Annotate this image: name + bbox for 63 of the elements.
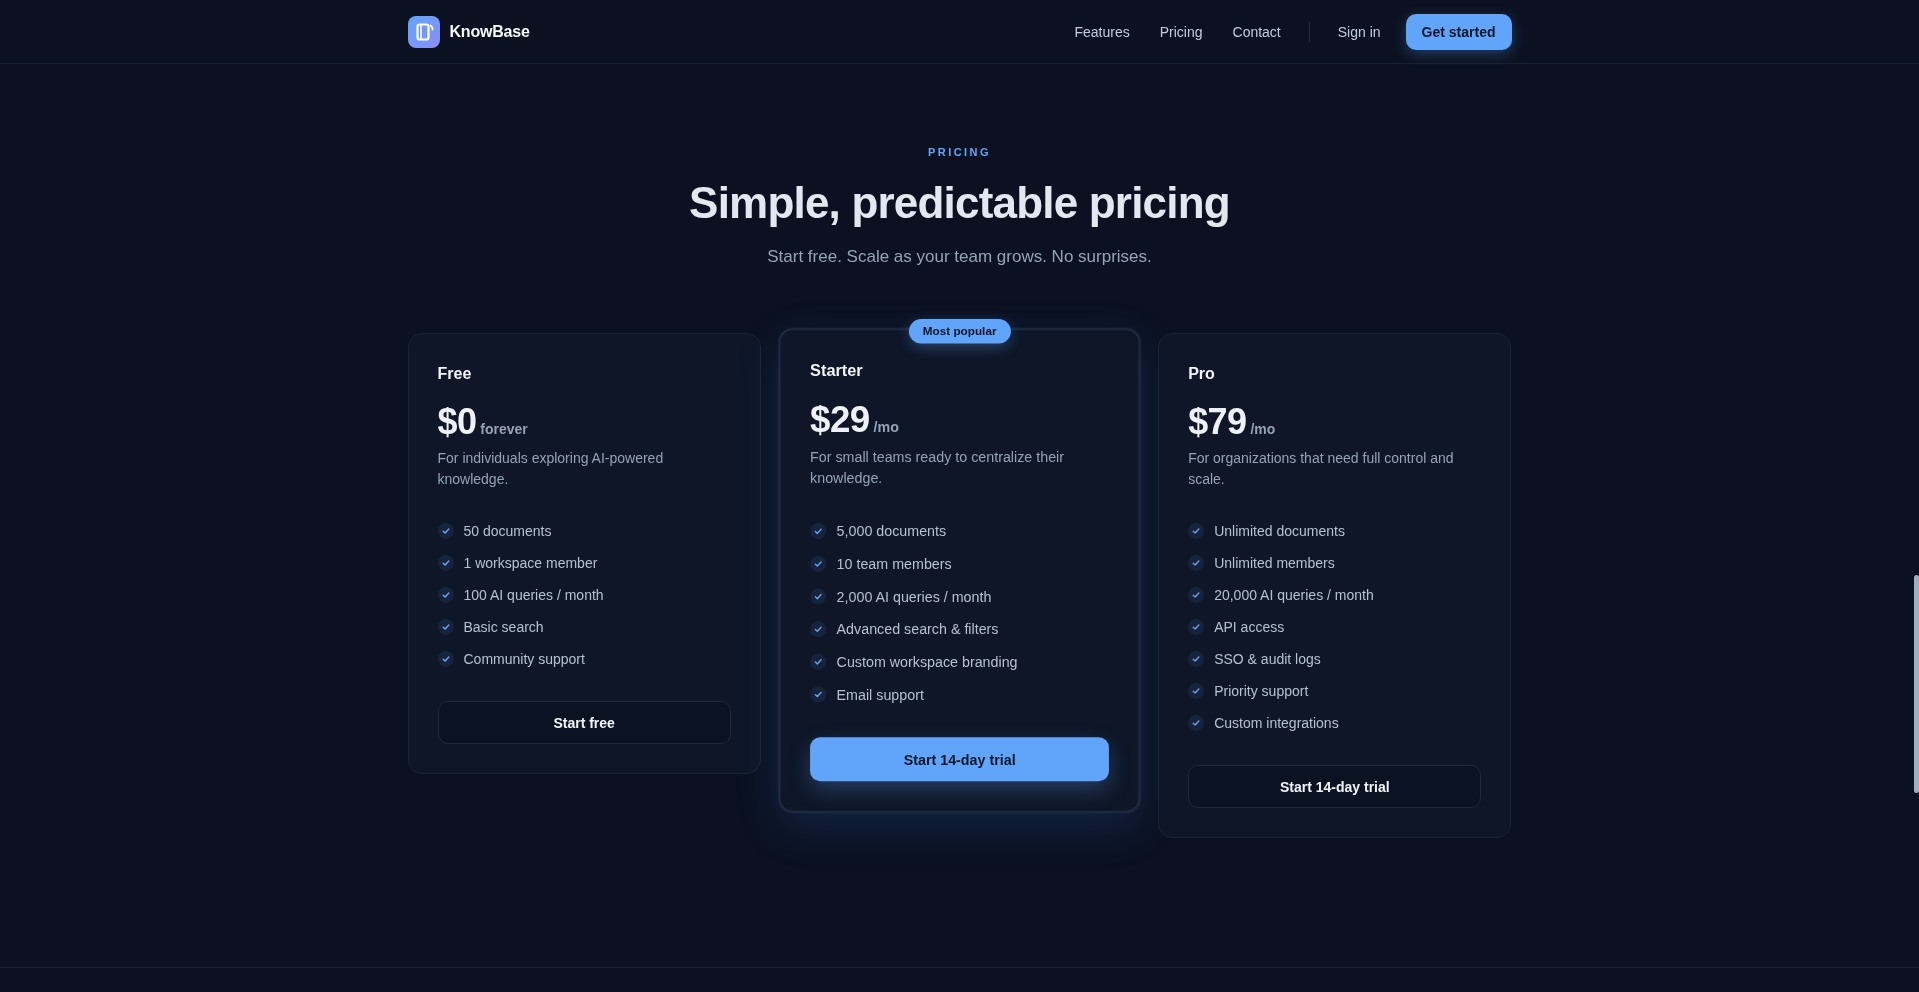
plan-description: For organizations that need full control and scale. <box>1188 449 1455 489</box>
price-amount: $29 <box>809 397 870 443</box>
check-icon <box>809 588 827 605</box>
plan-button[interactable]: Start 14-day trial <box>809 737 1110 782</box>
feature-text: Priority support <box>1214 683 1309 699</box>
check-icon <box>1188 587 1205 603</box>
check-icon <box>809 523 827 540</box>
feature-text: 50 documents <box>463 523 552 539</box>
price-period: forever <box>480 421 528 437</box>
price-period: /mo <box>1250 421 1276 437</box>
plan-button[interactable]: Start free <box>437 701 731 744</box>
feature-text: Advanced search & filters <box>836 621 999 638</box>
price-period: /mo <box>873 419 899 436</box>
check-icon <box>1188 555 1205 571</box>
check-icon <box>1188 523 1205 539</box>
check-icon <box>1188 651 1205 667</box>
check-icon <box>437 619 454 635</box>
feature-text: API access <box>1214 619 1285 635</box>
check-icon <box>437 555 454 571</box>
feature-text: 1 workspace member <box>463 555 598 571</box>
feature-text: SSO & audit logs <box>1214 651 1321 667</box>
plan-name: Starter <box>809 360 864 382</box>
feature-text: Unlimited members <box>1214 555 1335 571</box>
nav-link[interactable]: Contact <box>1232 23 1281 40</box>
section-eyebrow: PRICING <box>928 145 991 159</box>
nav-link[interactable]: Pricing <box>1159 23 1203 40</box>
price-amount: $0 <box>437 400 477 444</box>
check-icon <box>437 587 454 603</box>
popular-badge: Most popular <box>908 319 1011 344</box>
sign-in-link[interactable]: Sign in <box>1337 23 1381 40</box>
plan-name: Pro <box>1188 364 1216 384</box>
get-started-button[interactable]: Get started <box>1405 13 1512 50</box>
feature-text: Unlimited documents <box>1214 523 1345 539</box>
nav-link[interactable]: Features <box>1074 23 1130 40</box>
plan-description: For individuals exploring AI-powered knowledge. <box>437 449 665 489</box>
scrollbar-thumb[interactable] <box>1914 575 1919 793</box>
feature-text: Community support <box>463 651 585 667</box>
check-icon <box>437 651 454 667</box>
section-subtitle: Start free. Scale as your team grows. No surprises. <box>767 246 1152 268</box>
price-amount: $79 <box>1188 400 1247 444</box>
check-icon <box>1188 715 1205 731</box>
section-title: Simple, predictable pricing <box>689 177 1230 229</box>
feature-text: 100 AI queries / month <box>463 587 604 603</box>
feature-text: 10 team members <box>836 555 952 573</box>
check-icon <box>437 523 454 539</box>
feature-text: Email support <box>836 686 924 703</box>
plan-button[interactable]: Start 14-day trial <box>1188 765 1482 808</box>
check-icon <box>1188 619 1205 635</box>
feature-text: Custom integrations <box>1214 715 1339 731</box>
book-logo-icon <box>407 15 440 48</box>
check-icon <box>809 555 827 573</box>
feature-text: Custom workspace branding <box>836 653 1018 670</box>
feature-text: Basic search <box>463 619 544 635</box>
plan-name: Free <box>437 364 473 384</box>
feature-text: 20,000 AI queries / month <box>1214 587 1374 603</box>
brand-name: KnowBase <box>449 22 530 41</box>
check-icon <box>1188 683 1205 699</box>
check-icon <box>809 621 827 638</box>
feature-text: 2,000 AI queries / month <box>836 588 992 605</box>
plan-description: For small teams ready to centralize their knowledge. <box>809 447 1065 489</box>
feature-text: 5,000 documents <box>836 523 946 540</box>
check-icon <box>809 686 827 703</box>
check-icon <box>809 653 827 670</box>
